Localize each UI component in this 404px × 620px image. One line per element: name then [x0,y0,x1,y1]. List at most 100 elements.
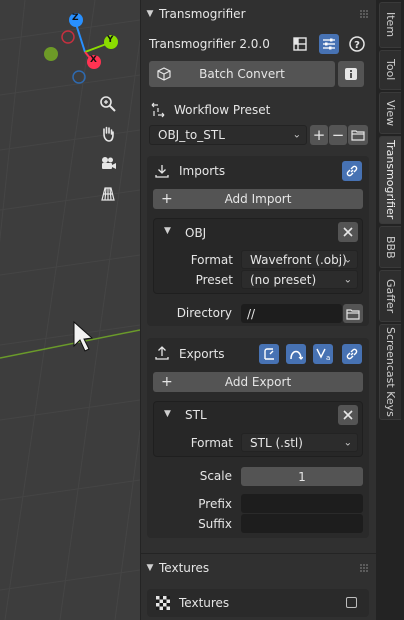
link-icon [346,165,358,177]
import-format-dropdown[interactable]: Wavefront (.obj) ⌄ [241,250,358,269]
tab-transmogrifier-label: Transmogrifier [384,140,397,220]
exports-title: Exports [179,347,225,361]
tab-screencast-keys-label: Screencast Keys [384,327,397,417]
browse-directory-button[interactable] [343,304,363,323]
plus-icon: + [312,126,326,144]
close-icon [343,227,353,237]
export-icon [155,346,169,360]
camera-icon[interactable] [95,151,121,177]
import-format-label: Format [190,253,233,267]
remove-import-button[interactable] [338,222,358,242]
link-exports-button[interactable] [342,344,362,364]
add-preset-button[interactable]: + [310,125,328,145]
tab-tool-label: Tool [384,59,397,81]
prefix-label: Prefix [198,497,232,511]
add-import-button[interactable]: + Add Import [153,189,363,209]
tab-bbb[interactable]: BBB [379,226,401,268]
checker-texture-icon [156,596,170,610]
import-preset-label: Preset [195,273,233,287]
import-preset-dropdown[interactable]: (no preset) ⌄ [241,270,358,289]
scale-value: 1 [298,469,306,484]
link-icon [346,348,358,360]
textures-label: Textures [179,596,230,610]
textures-checkbox[interactable] [346,597,357,608]
flag-icon[interactable] [290,34,310,54]
modifier-icon [264,348,274,360]
preferences-sliders-icon[interactable] [319,34,339,54]
minus-icon: − [331,126,345,144]
folder-icon [346,308,360,320]
vertex-group-icon: a [316,348,330,361]
sidebar-panel: ▼ Transmogrifier Transmogrifier 2.0.0 ? … [140,0,377,620]
panel-title: Transmogrifier [159,7,246,21]
plus-icon: + [161,374,173,390]
workflow-icon [151,102,165,118]
plus-icon: + [161,191,173,207]
export-option-3-button[interactable]: a [313,344,333,364]
info-icon [345,68,357,80]
svg-text:a: a [326,354,330,361]
suffix-field[interactable] [241,514,363,533]
suffix-label: Suffix [198,517,232,531]
tab-screencast-keys[interactable]: Screencast Keys [379,324,401,420]
tab-gaffer[interactable]: Gaffer [379,270,401,322]
import-format-value: Wavefront (.obj) [250,252,347,267]
export-format-dropdown[interactable]: STL (.stl) ⌄ [241,433,358,452]
package-icon [157,67,171,81]
textures-panel-title: Textures [159,561,210,575]
tab-view[interactable]: View [379,92,401,134]
batch-convert-button[interactable]: Batch Convert [149,61,335,87]
close-icon [343,410,353,420]
workflow-preset-value: OBJ_to_STL [158,128,225,142]
folder-icon [351,130,365,141]
import-preset-value: (no preset) [250,272,317,287]
imports-title: Imports [179,164,226,178]
collapse-arrow-icon[interactable]: ▼ [141,9,159,19]
tab-bbb-label: BBB [384,235,397,259]
add-export-label: Add Export [224,375,292,389]
chevron-down-icon: ⌄ [343,437,352,448]
remove-preset-button[interactable]: − [329,125,347,145]
export-item-name: STL [185,408,207,422]
panel-divider [141,553,377,554]
axis-gizmo[interactable] [40,8,130,88]
expand-arrow-icon[interactable]: ▼ [164,409,171,419]
chevron-down-icon: ⌄ [292,129,301,141]
open-folder-button[interactable] [348,125,368,145]
workflow-preset-label: Workflow Preset [174,103,271,117]
drag-grip-icon[interactable] [359,9,369,19]
import-icon [155,165,169,178]
export-option-2-button[interactable] [286,344,306,364]
info-button[interactable] [338,61,364,87]
export-option-1-button[interactable] [259,344,279,364]
drag-grip-icon[interactable] [359,563,369,573]
grid-ortho-icon[interactable] [95,181,121,207]
version-label: Transmogrifier 2.0.0 [149,37,270,51]
workflow-preset-dropdown[interactable]: OBJ_to_STL ⌄ [149,125,307,145]
curve-icon [290,350,303,360]
export-format-value: STL (.stl) [250,435,303,450]
sidebar-tabs: Item Tool View Transmogrifier BBB Gaffer… [376,0,404,620]
add-import-label: Add Import [224,192,292,206]
add-export-button[interactable]: + Add Export [153,372,363,392]
tab-item[interactable]: Item [379,2,401,48]
directory-field[interactable]: // [241,304,342,323]
prefix-field[interactable] [241,494,363,513]
help-icon[interactable]: ? [347,34,367,54]
hand-pan-icon[interactable] [95,121,121,147]
3d-viewport[interactable]: Z Y X [0,0,140,620]
scale-label: Scale [199,469,232,483]
textures-panel-header[interactable]: ▼ Textures [141,555,377,581]
directory-label: Directory [176,306,232,320]
scale-field[interactable]: 1 [241,467,363,486]
expand-arrow-icon[interactable]: ▼ [164,226,171,236]
link-imports-button[interactable] [342,161,362,181]
transmogrifier-panel-header[interactable]: ▼ Transmogrifier [141,1,377,27]
svg-text:?: ? [354,40,360,51]
tab-tool[interactable]: Tool [379,50,401,90]
directory-value: // [247,306,256,321]
tab-transmogrifier[interactable]: Transmogrifier [379,136,401,224]
collapse-arrow-icon[interactable]: ▼ [141,563,159,573]
zoom-icon[interactable] [95,91,121,117]
remove-export-button[interactable] [338,405,358,425]
